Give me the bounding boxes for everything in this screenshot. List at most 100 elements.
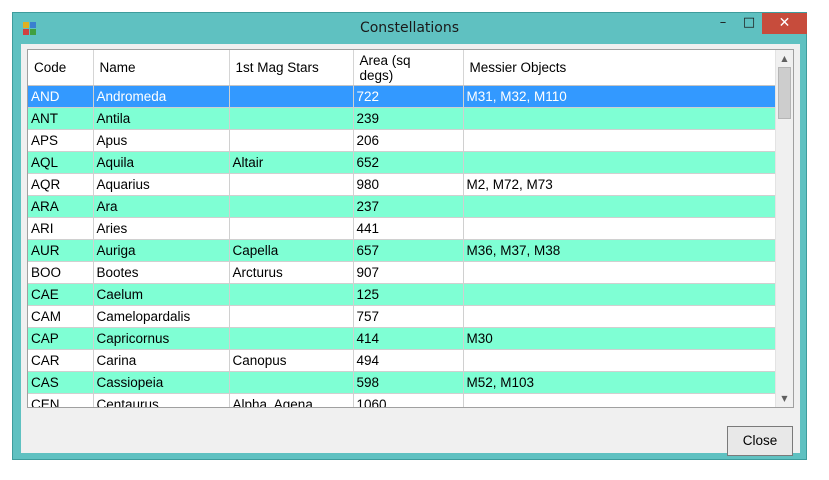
cell-first-mag-stars[interactable]: Altair bbox=[229, 151, 354, 174]
cell-code[interactable]: AND bbox=[28, 85, 94, 108]
table-row[interactable]: ANT Antila 239 bbox=[28, 107, 777, 130]
cell-area[interactable]: 757 bbox=[353, 305, 464, 328]
cell-code[interactable]: CAP bbox=[28, 327, 94, 350]
cell-area[interactable]: 239 bbox=[353, 107, 464, 130]
cell-area[interactable]: 980 bbox=[353, 173, 464, 196]
cell-area[interactable]: 206 bbox=[353, 129, 464, 152]
cell-area[interactable]: 907 bbox=[353, 261, 464, 284]
cell-name[interactable]: Cassiopeia bbox=[93, 371, 230, 394]
cell-name[interactable]: Carina bbox=[93, 349, 230, 372]
cell-name[interactable]: Camelopardalis bbox=[93, 305, 230, 328]
table-row[interactable]: AND Andromeda 722 M31, M32, M110 bbox=[28, 85, 777, 108]
cell-first-mag-stars[interactable] bbox=[229, 283, 354, 306]
cell-area[interactable]: 494 bbox=[353, 349, 464, 372]
cell-name[interactable]: Caelum bbox=[93, 283, 230, 306]
cell-name[interactable]: Andromeda bbox=[93, 85, 230, 108]
cell-first-mag-stars[interactable] bbox=[229, 129, 354, 152]
scroll-thumb[interactable] bbox=[778, 67, 791, 119]
title-bar[interactable]: Constellations – □ ✕ bbox=[13, 13, 807, 43]
cell-messier-objects[interactable]: M30 bbox=[463, 327, 777, 350]
table-row[interactable]: AUR Auriga Capella 657 M36, M37, M38 bbox=[28, 239, 777, 262]
table-row[interactable]: ARI Aries 441 bbox=[28, 217, 777, 240]
vertical-scrollbar[interactable]: ▲ ▼ bbox=[775, 50, 793, 407]
cell-messier-objects[interactable]: M31, M32, M110 bbox=[463, 85, 777, 108]
cell-first-mag-stars[interactable]: Arcturus bbox=[229, 261, 354, 284]
table-row[interactable]: CEN Centaurus Alpha, Agena 1060 bbox=[28, 393, 777, 407]
cell-code[interactable]: CEN bbox=[28, 393, 94, 407]
cell-area[interactable]: 125 bbox=[353, 283, 464, 306]
cell-area[interactable]: 414 bbox=[353, 327, 464, 350]
cell-code[interactable]: APS bbox=[28, 129, 94, 152]
cell-messier-objects[interactable] bbox=[463, 305, 777, 328]
close-window-button[interactable]: ✕ bbox=[762, 13, 807, 34]
column-header-first-mag-stars[interactable]: 1st Mag Stars bbox=[229, 50, 354, 86]
table-row[interactable]: ARA Ara 237 bbox=[28, 195, 777, 218]
cell-messier-objects[interactable] bbox=[463, 195, 777, 218]
table-row[interactable]: CAP Capricornus 414 M30 bbox=[28, 327, 777, 350]
cell-code[interactable]: CAM bbox=[28, 305, 94, 328]
column-header-code[interactable]: Code bbox=[28, 50, 94, 86]
cell-code[interactable]: CAR bbox=[28, 349, 94, 372]
cell-area[interactable]: 652 bbox=[353, 151, 464, 174]
cell-messier-objects[interactable]: M52, M103 bbox=[463, 371, 777, 394]
cell-messier-objects[interactable] bbox=[463, 283, 777, 306]
cell-messier-objects[interactable] bbox=[463, 261, 777, 284]
table-row[interactable]: AQR Aquarius 980 M2, M72, M73 bbox=[28, 173, 777, 196]
cell-messier-objects[interactable]: M36, M37, M38 bbox=[463, 239, 777, 262]
cell-first-mag-stars[interactable] bbox=[229, 107, 354, 130]
column-header-name[interactable]: Name bbox=[93, 50, 230, 86]
cell-area[interactable]: 1060 bbox=[353, 393, 464, 407]
close-button[interactable]: Close bbox=[727, 426, 793, 456]
table-row[interactable]: CAM Camelopardalis 757 bbox=[28, 305, 777, 328]
cell-name[interactable]: Aries bbox=[93, 217, 230, 240]
cell-name[interactable]: Antila bbox=[93, 107, 230, 130]
cell-messier-objects[interactable] bbox=[463, 349, 777, 372]
cell-code[interactable]: AQR bbox=[28, 173, 94, 196]
cell-code[interactable]: ANT bbox=[28, 107, 94, 130]
cell-first-mag-stars[interactable] bbox=[229, 371, 354, 394]
cell-area[interactable]: 598 bbox=[353, 371, 464, 394]
table-row[interactable]: CAR Carina Canopus 494 bbox=[28, 349, 777, 372]
cell-area[interactable]: 237 bbox=[353, 195, 464, 218]
cell-name[interactable]: Centaurus bbox=[93, 393, 230, 407]
cell-first-mag-stars[interactable]: Canopus bbox=[229, 349, 354, 372]
cell-code[interactable]: AUR bbox=[28, 239, 94, 262]
cell-code[interactable]: ARA bbox=[28, 195, 94, 218]
minimize-button[interactable]: – bbox=[710, 13, 736, 34]
table-row[interactable]: APS Apus 206 bbox=[28, 129, 777, 152]
cell-code[interactable]: CAE bbox=[28, 283, 94, 306]
scroll-up-arrow-icon[interactable]: ▲ bbox=[776, 50, 793, 67]
cell-code[interactable]: ARI bbox=[28, 217, 94, 240]
cell-code[interactable]: CAS bbox=[28, 371, 94, 394]
cell-name[interactable]: Auriga bbox=[93, 239, 230, 262]
maximize-button[interactable]: □ bbox=[736, 13, 762, 34]
cell-messier-objects[interactable] bbox=[463, 217, 777, 240]
table-row[interactable]: AQL Aquila Altair 652 bbox=[28, 151, 777, 174]
column-header-area[interactable]: Area (sq degs) bbox=[353, 50, 464, 86]
cell-messier-objects[interactable] bbox=[463, 129, 777, 152]
column-header-messier-objects[interactable]: Messier Objects bbox=[463, 50, 777, 86]
cell-first-mag-stars[interactable] bbox=[229, 195, 354, 218]
cell-name[interactable]: Apus bbox=[93, 129, 230, 152]
cell-name[interactable]: Aquila bbox=[93, 151, 230, 174]
cell-code[interactable]: AQL bbox=[28, 151, 94, 174]
cell-messier-objects[interactable] bbox=[463, 393, 777, 407]
cell-first-mag-stars[interactable] bbox=[229, 173, 354, 196]
cell-messier-objects[interactable]: M2, M72, M73 bbox=[463, 173, 777, 196]
cell-area[interactable]: 722 bbox=[353, 85, 464, 108]
cell-messier-objects[interactable] bbox=[463, 151, 777, 174]
cell-name[interactable]: Aquarius bbox=[93, 173, 230, 196]
scroll-down-arrow-icon[interactable]: ▼ bbox=[776, 390, 793, 407]
cell-name[interactable]: Bootes bbox=[93, 261, 230, 284]
cell-first-mag-stars[interactable] bbox=[229, 327, 354, 350]
cell-code[interactable]: BOO bbox=[28, 261, 94, 284]
cell-area[interactable]: 657 bbox=[353, 239, 464, 262]
cell-name[interactable]: Ara bbox=[93, 195, 230, 218]
table-row[interactable]: BOO Bootes Arcturus 907 bbox=[28, 261, 777, 284]
cell-messier-objects[interactable] bbox=[463, 107, 777, 130]
cell-first-mag-stars[interactable] bbox=[229, 217, 354, 240]
cell-first-mag-stars[interactable]: Capella bbox=[229, 239, 354, 262]
constellations-grid[interactable]: Code Name 1st Mag Stars Area (sq degs) Messi… bbox=[27, 49, 794, 408]
cell-first-mag-stars[interactable]: Alpha, Agena bbox=[229, 393, 354, 407]
cell-first-mag-stars[interactable] bbox=[229, 85, 354, 108]
